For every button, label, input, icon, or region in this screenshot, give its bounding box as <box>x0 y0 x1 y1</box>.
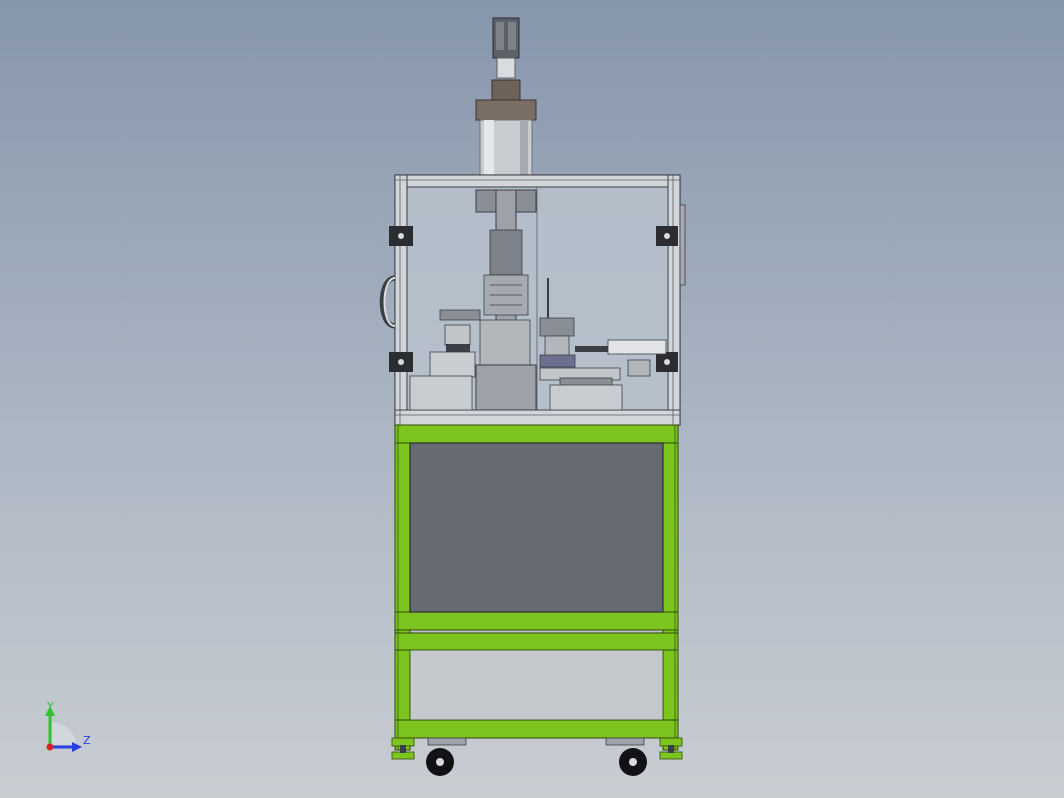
casters <box>426 737 647 776</box>
graphics-viewport[interactable]: Y Z <box>0 0 1064 798</box>
x-axis-dot <box>46 743 54 751</box>
door-handle <box>379 275 396 329</box>
triad-z-label: Z <box>83 734 91 747</box>
air-cylinder-assembly <box>475 17 537 176</box>
triad-y-label: Y <box>47 700 54 713</box>
machine-model[interactable] <box>0 0 1064 798</box>
lower-frame <box>394 424 679 751</box>
side-latch <box>679 204 686 286</box>
